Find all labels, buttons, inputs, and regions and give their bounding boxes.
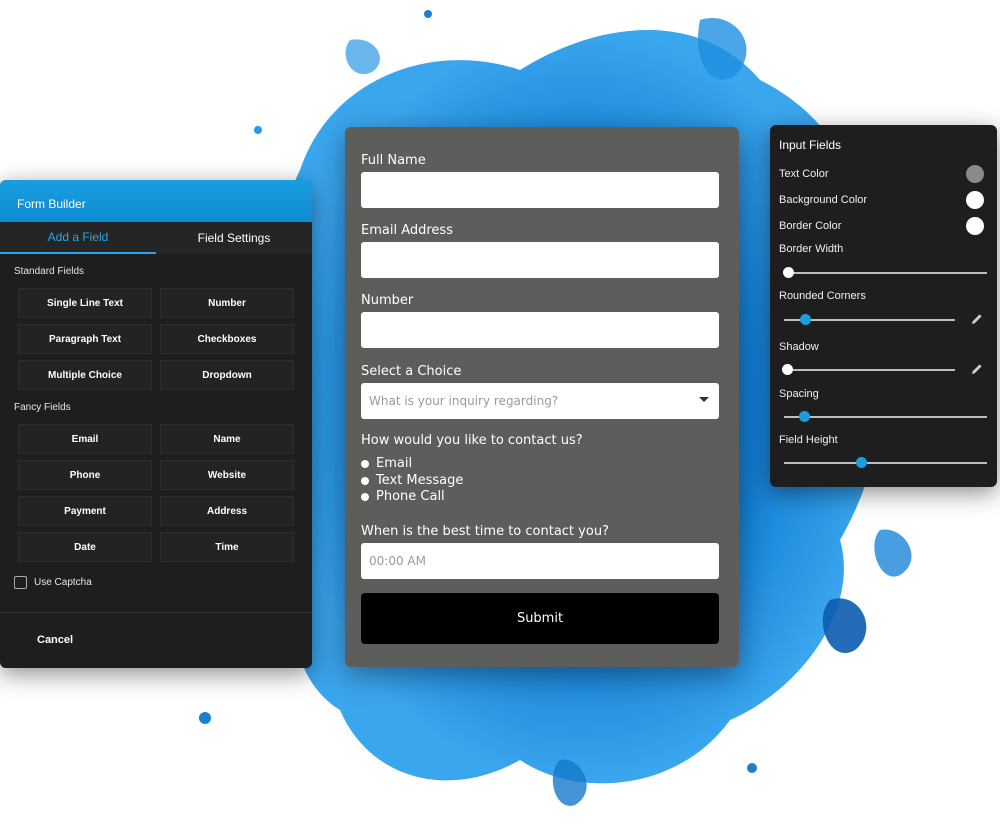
field-height-slider[interactable]: [784, 457, 987, 468]
add-website-button[interactable]: Website: [160, 460, 294, 490]
contact-option-label: Email: [376, 456, 413, 471]
use-captcha-row[interactable]: Use Captcha: [0, 562, 312, 589]
add-number-button[interactable]: Number: [160, 288, 294, 318]
text-color-swatch[interactable]: [966, 165, 984, 183]
radio-icon[interactable]: [361, 459, 369, 468]
contact-option-text-message[interactable]: Text Message: [361, 473, 463, 488]
add-phone-button[interactable]: Phone: [18, 460, 152, 490]
standard-fields-grid: Single Line Text Number Paragraph Text C…: [0, 282, 312, 390]
spacing-slider[interactable]: [784, 411, 987, 422]
add-name-button[interactable]: Name: [160, 424, 294, 454]
fancy-fields-grid: Email Name Phone Website Payment Address…: [0, 418, 312, 562]
submit-button[interactable]: Submit: [361, 593, 719, 644]
tab-field-settings[interactable]: Field Settings: [156, 222, 312, 254]
text-color-label: Text Color: [779, 168, 829, 180]
rounded-corners-label: Rounded Corners: [779, 290, 866, 302]
best-time-question: When is the best time to contact you?: [361, 524, 609, 539]
radio-icon[interactable]: [361, 476, 369, 485]
form-preview: Full Name Email Address Number Select a …: [345, 127, 739, 667]
email-address-input[interactable]: [361, 242, 719, 278]
use-captcha-checkbox[interactable]: [14, 576, 27, 589]
border-color-swatch[interactable]: [966, 217, 984, 235]
add-date-button[interactable]: Date: [18, 532, 152, 562]
number-input[interactable]: [361, 312, 719, 348]
contact-option-label: Phone Call: [376, 489, 445, 504]
standard-fields-heading: Standard Fields: [14, 266, 85, 277]
form-builder-panel: Form Builder Add a Field Field Settings …: [0, 180, 312, 668]
use-captcha-label: Use Captcha: [34, 577, 92, 588]
form-builder-title: Form Builder: [0, 180, 312, 222]
number-label: Number: [361, 293, 414, 308]
contact-option-email[interactable]: Email: [361, 456, 412, 471]
add-time-button[interactable]: Time: [160, 532, 294, 562]
inquiry-select-placeholder: What is your inquiry regarding?: [369, 394, 559, 408]
shadow-slider[interactable]: [782, 364, 955, 375]
add-address-button[interactable]: Address: [160, 496, 294, 526]
border-width-label: Border Width: [779, 243, 844, 255]
builder-footer: Cancel: [0, 612, 312, 668]
field-height-slider-handle[interactable]: [856, 457, 868, 468]
full-name-input[interactable]: [361, 172, 719, 208]
border-width-slider-handle[interactable]: [783, 267, 795, 278]
contact-method-question: How would you like to contact us?: [361, 433, 583, 448]
add-single-line-text-button[interactable]: Single Line Text: [18, 288, 152, 318]
contact-option-phone-call[interactable]: Phone Call: [361, 489, 445, 504]
best-time-input[interactable]: 00:00 AM: [361, 543, 719, 579]
pencil-icon[interactable]: [970, 312, 984, 326]
shadow-label: Shadow: [779, 341, 819, 353]
full-name-label: Full Name: [361, 153, 426, 168]
spacing-slider-handle[interactable]: [799, 411, 811, 422]
contact-option-label: Text Message: [376, 473, 464, 488]
background-color-label: Background Color: [779, 194, 868, 206]
field-height-label: Field Height: [779, 434, 838, 446]
add-dropdown-button[interactable]: Dropdown: [160, 360, 294, 390]
tab-add-a-field[interactable]: Add a Field: [0, 222, 156, 254]
pencil-icon[interactable]: [970, 362, 984, 376]
add-payment-button[interactable]: Payment: [18, 496, 152, 526]
add-paragraph-text-button[interactable]: Paragraph Text: [18, 324, 152, 354]
email-address-label: Email Address: [361, 223, 453, 238]
shadow-slider-handle[interactable]: [782, 364, 794, 375]
cancel-button[interactable]: Cancel: [37, 634, 73, 646]
add-email-button[interactable]: Email: [18, 424, 152, 454]
input-fields-settings-panel: Input Fields Text Color Background Color…: [770, 125, 997, 487]
select-choice-label: Select a Choice: [361, 364, 462, 379]
background-color-swatch[interactable]: [966, 191, 984, 209]
inquiry-select[interactable]: What is your inquiry regarding?: [361, 383, 719, 419]
builder-tabs: Add a Field Field Settings: [0, 222, 312, 254]
caret-down-icon: [699, 397, 709, 402]
border-color-label: Border Color: [779, 220, 842, 232]
settings-title: Input Fields: [779, 138, 842, 152]
rounded-corners-slider-handle[interactable]: [799, 314, 811, 325]
add-multiple-choice-button[interactable]: Multiple Choice: [18, 360, 152, 390]
fancy-fields-heading: Fancy Fields: [14, 402, 71, 413]
radio-icon[interactable]: [361, 492, 369, 501]
border-width-slider[interactable]: [783, 267, 987, 278]
spacing-label: Spacing: [779, 388, 819, 400]
rounded-corners-slider[interactable]: [784, 314, 955, 325]
add-checkboxes-button[interactable]: Checkboxes: [160, 324, 294, 354]
